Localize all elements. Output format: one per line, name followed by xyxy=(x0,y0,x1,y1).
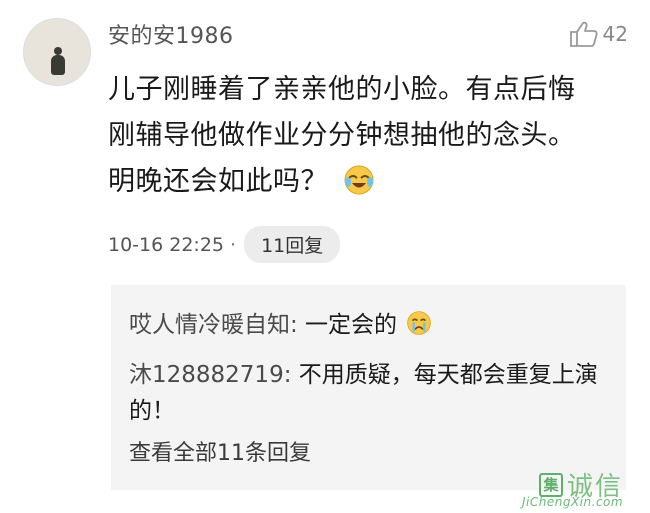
like-button[interactable]: 42 xyxy=(569,20,628,48)
view-all-replies-link[interactable]: 查看全部11条回复 xyxy=(129,435,311,467)
comment-meta: 10-16 22:25 · 11回复 xyxy=(108,226,341,263)
reply-username[interactable]: 哎人情冷暖自知: xyxy=(129,312,298,338)
meta-separator: · xyxy=(230,233,237,256)
reply-count-button[interactable]: 11回复 xyxy=(244,226,341,263)
comment-line-text: 明晚还会如此吗？ xyxy=(108,166,328,197)
comment-line: 明晚还会如此吗？ xyxy=(108,159,623,205)
reply-item[interactable]: 哎人情冷暖自知: 一定会的 xyxy=(129,307,614,343)
comment-text: 儿子刚睡着了亲亲他的小脸。有点后悔 刚辅导他做作业分分钟想抽他的念头。 明晚还会… xyxy=(108,67,623,205)
reply-text: 一定会的 xyxy=(297,312,398,338)
reply-item[interactable]: 沐128882719: 不用质疑，每天都会重复上演的！ xyxy=(129,357,614,429)
watermark-url: JiChengXin.com xyxy=(522,495,624,509)
like-count: 42 xyxy=(602,22,628,46)
comment-line: 刚辅导他做作业分分钟想抽他的念头。 xyxy=(108,120,576,151)
watermark-logo-icon: 集 xyxy=(539,472,563,497)
crying-emoji xyxy=(407,311,432,335)
thumbs-up-icon xyxy=(569,21,598,47)
reply-username[interactable]: 沐128882719: xyxy=(129,362,291,388)
avatar-figure xyxy=(51,47,65,75)
comment-time: 10-16 22:25 xyxy=(108,233,225,256)
replies-panel: 哎人情冷暖自知: 一定会的 沐128882719: 不用质疑，每天都会重复上演的… xyxy=(111,285,626,490)
crying-laughing-emoji xyxy=(344,165,374,195)
comment-line: 儿子刚睡着了亲亲他的小脸。有点后悔 xyxy=(108,74,576,105)
comment-username[interactable]: 安的安1986 xyxy=(108,18,234,50)
avatar[interactable] xyxy=(23,18,91,86)
